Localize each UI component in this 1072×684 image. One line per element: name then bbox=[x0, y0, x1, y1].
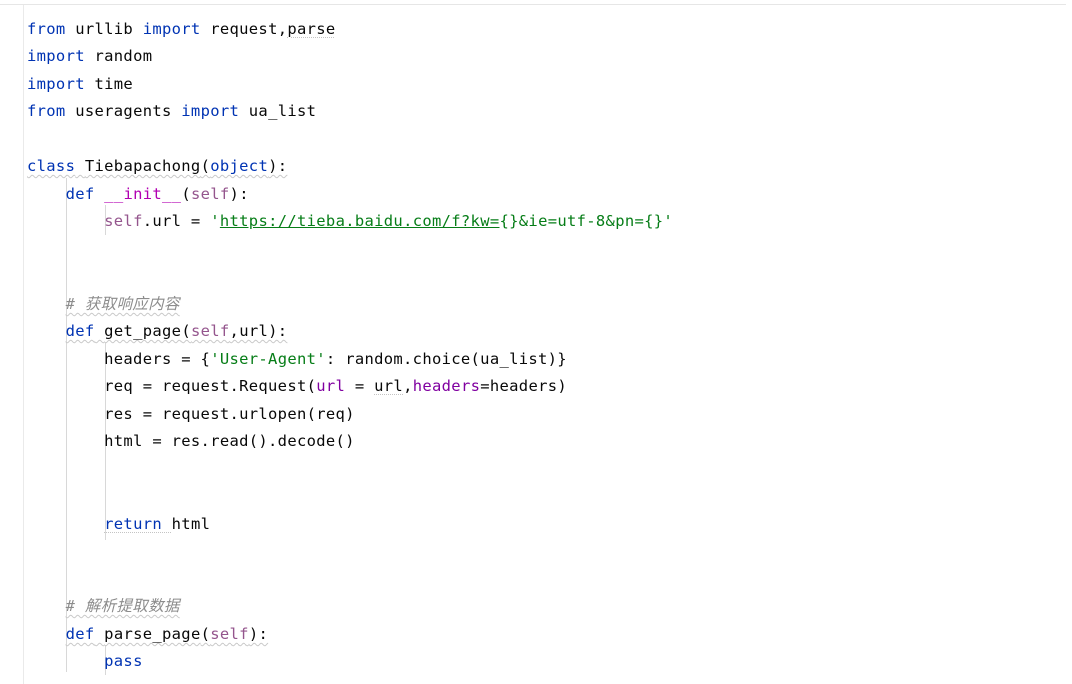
code-line-12[interactable]: def get_page(self,url): bbox=[27, 318, 288, 345]
code-content-area[interactable]: from urllib import request,parse import r… bbox=[24, 5, 1072, 684]
code-token-7-2 bbox=[95, 185, 105, 203]
code-token-23-3: parse_page bbox=[104, 625, 201, 643]
code-token-16-0: html = res.read().decode() bbox=[27, 432, 355, 450]
code-token-4-1: useragents bbox=[65, 102, 182, 120]
code-line-15[interactable]: res = request.urlopen(req) bbox=[27, 401, 355, 428]
code-token-23-4: ( bbox=[200, 625, 211, 643]
code-token-11-0 bbox=[27, 295, 66, 313]
code-token-1-3: request, bbox=[200, 20, 288, 38]
code-token-22-0 bbox=[27, 597, 66, 615]
code-token-24-1: pass bbox=[104, 652, 143, 670]
code-token-8-1: self bbox=[104, 212, 143, 230]
code-token-19-3: html bbox=[171, 515, 211, 533]
code-token-1-0: from bbox=[27, 20, 66, 38]
code-token-23-6: ): bbox=[248, 625, 269, 643]
code-token-19-1: return bbox=[104, 515, 162, 533]
code-token-23-0 bbox=[27, 625, 66, 643]
code-token-4-2: import bbox=[181, 102, 240, 120]
code-token-14-4: , bbox=[403, 377, 413, 395]
code-token-7-5: self bbox=[190, 185, 230, 203]
editor-gutter[interactable] bbox=[0, 5, 23, 684]
code-token-19-0 bbox=[27, 515, 104, 533]
code-token-3-1: time bbox=[84, 75, 134, 93]
code-line-19[interactable]: return html bbox=[27, 511, 210, 538]
code-token-7-1: def bbox=[65, 185, 95, 203]
code-line-16[interactable]: html = res.read().decode() bbox=[27, 428, 355, 455]
code-token-12-3: get_page bbox=[104, 322, 182, 340]
code-token-8-5: {}&ie=utf-8&pn={}' bbox=[499, 212, 674, 230]
code-token-23-5: self bbox=[210, 625, 249, 643]
code-token-13-0: headers = { bbox=[27, 350, 211, 368]
code-token-12-2 bbox=[95, 322, 105, 340]
code-line-8[interactable]: self.url = 'https://tieba.baidu.com/f?kw… bbox=[27, 208, 673, 235]
code-token-4-3: ua_list bbox=[239, 102, 317, 120]
code-token-6-3: ( bbox=[200, 157, 211, 175]
code-token-6-5: ): bbox=[268, 157, 288, 175]
code-editor[interactable]: from urllib import request,parse import r… bbox=[0, 0, 1072, 684]
code-token-7-0 bbox=[27, 185, 66, 203]
code-token-6-1 bbox=[75, 157, 85, 175]
code-token-7-3: __init__ bbox=[104, 185, 182, 203]
code-token-12-4: ( bbox=[181, 322, 191, 340]
code-token-14-5: headers bbox=[412, 377, 481, 395]
code-token-8-0 bbox=[27, 212, 104, 230]
code-token-14-6: =headers) bbox=[480, 377, 568, 395]
code-token-12-5: self bbox=[190, 322, 230, 340]
code-token-24-0 bbox=[27, 652, 104, 670]
code-token-1-2: import bbox=[142, 20, 201, 38]
code-token-14-1: url bbox=[316, 377, 346, 395]
code-token-8-3: ' bbox=[210, 212, 220, 230]
code-token-13-1: 'User-Agent' bbox=[210, 350, 326, 368]
code-token-7-4: ( bbox=[181, 185, 191, 203]
code-token-14-3: url bbox=[374, 377, 404, 395]
code-token-6-2: Tiebapachong bbox=[84, 157, 201, 175]
code-line-11[interactable]: # 获取响应内容 bbox=[27, 291, 180, 318]
code-token-8-4: https://tieba.baidu.com/f?kw= bbox=[219, 212, 500, 230]
code-line-2[interactable]: import random bbox=[27, 43, 152, 70]
code-token-19-2 bbox=[162, 515, 172, 533]
code-token-2-0: import bbox=[27, 47, 85, 65]
code-line-24[interactable]: pass bbox=[27, 648, 143, 675]
code-line-13[interactable]: headers = {'User-Agent': random.choice(u… bbox=[27, 346, 567, 373]
code-line-3[interactable]: import time bbox=[27, 71, 133, 98]
code-token-12-1: def bbox=[65, 322, 95, 340]
code-token-6-4: object bbox=[210, 157, 269, 175]
code-token-14-2: = bbox=[345, 377, 375, 395]
code-line-6[interactable]: class Tiebapachong(object): bbox=[27, 153, 287, 180]
code-token-22-1: # 解析提取数据 bbox=[65, 597, 180, 615]
code-line-1[interactable]: from urllib import request,parse bbox=[27, 16, 336, 43]
code-token-4-0: from bbox=[27, 102, 66, 120]
code-token-2-1: random bbox=[84, 47, 153, 65]
code-token-11-1: # 获取响应内容 bbox=[65, 295, 180, 313]
code-token-23-2 bbox=[95, 625, 105, 643]
code-token-15-0: res = request.urlopen(req) bbox=[27, 405, 355, 423]
code-token-12-6: ,url): bbox=[229, 322, 288, 340]
code-token-1-1: urllib bbox=[65, 20, 143, 38]
code-line-23[interactable]: def parse_page(self): bbox=[27, 621, 268, 648]
code-token-13-2: : random.choice(ua_list)} bbox=[325, 350, 567, 368]
code-token-14-0: req = request.Request( bbox=[27, 377, 317, 395]
code-token-1-4: parse bbox=[287, 20, 336, 38]
code-token-3-0: import bbox=[27, 75, 85, 93]
code-token-6-0: class bbox=[27, 157, 76, 175]
code-token-12-0 bbox=[27, 322, 66, 340]
code-line-7[interactable]: def __init__(self): bbox=[27, 181, 249, 208]
code-token-7-6: ): bbox=[229, 185, 249, 203]
code-line-4[interactable]: from useragents import ua_list bbox=[27, 98, 316, 125]
code-line-14[interactable]: req = request.Request(url = url,headers=… bbox=[27, 373, 567, 400]
code-token-8-2: .url = bbox=[142, 212, 211, 230]
code-line-22[interactable]: # 解析提取数据 bbox=[27, 593, 180, 620]
code-token-23-1: def bbox=[65, 625, 95, 643]
